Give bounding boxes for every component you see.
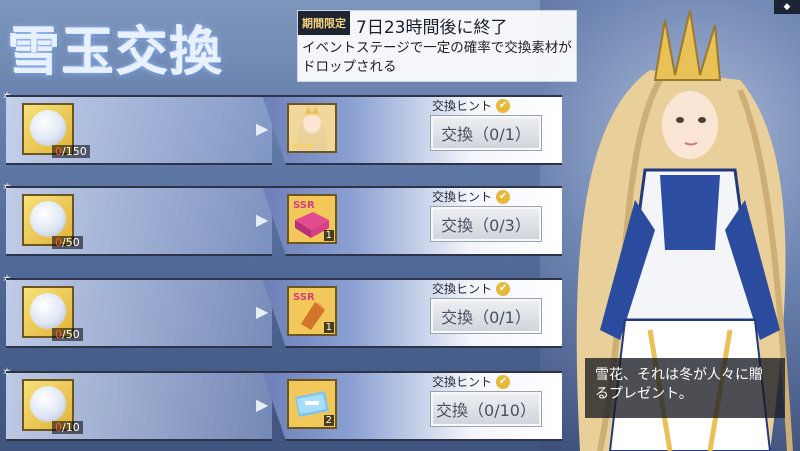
exchange-row: ✶ 0/10 ▶ 2 交換ヒント✔ 交換（0/10）	[0, 365, 575, 443]
reward-quantity: 2	[323, 415, 334, 426]
snowball-material-item[interactable]: 0/150	[22, 103, 90, 158]
svg-text:SSR: SSR	[293, 200, 315, 211]
hint-label: 交換ヒント	[432, 99, 493, 113]
snowball-icon	[30, 386, 66, 422]
exchange-hint[interactable]: 交換ヒント ✔	[432, 280, 511, 297]
reward-item[interactable]: SSR 1	[287, 286, 337, 336]
hint-label: 交換ヒント	[432, 375, 493, 389]
event-info-box: 期間限定 7日23時間後に終了 イベントステージで一定の確率で交換素材がドロップ…	[297, 10, 577, 82]
snowball-material-item[interactable]: 0/50	[22, 194, 83, 249]
exchange-row: ✶ 0/150 ▶ ★★★ 交換ヒント✔ 交換（0/1）	[0, 89, 575, 167]
snowball-material-item[interactable]: 0/50	[22, 286, 83, 341]
snowball-icon	[30, 110, 66, 146]
reward-item[interactable]: SSR 1	[287, 194, 337, 244]
hint-label: 交換ヒント	[432, 282, 493, 296]
exchange-hint[interactable]: 交換ヒント ✔	[432, 373, 511, 390]
exchange-button[interactable]: 交換（0/3）	[430, 206, 542, 242]
material-count: 0/50	[52, 236, 83, 249]
exchange-button[interactable]: 交換（0/10）	[430, 391, 542, 427]
arrow-right-icon: ▶	[256, 302, 269, 321]
reward-item[interactable]: 2	[287, 379, 337, 429]
countdown-text: 7日23時間後に終了	[356, 18, 508, 38]
arrow-right-icon: ▶	[256, 210, 269, 229]
snowball-material-item[interactable]: 0/10	[22, 379, 83, 434]
check-circle-icon: ✔	[496, 281, 511, 296]
arrow-right-icon: ▶	[256, 395, 269, 414]
material-count: 0/150	[52, 145, 90, 158]
event-description: イベントステージで一定の確率で交換素材がドロップされる	[302, 40, 572, 75]
material-count: 0/10	[52, 421, 83, 434]
snowball-icon	[30, 293, 66, 329]
exchange-row: ✶ 0/50 ▶ SSR 1 交換ヒント✔ 交換（0/3）	[0, 180, 575, 258]
reward-quantity: 1	[323, 322, 334, 333]
material-count: 0/50	[52, 328, 83, 341]
snowball-icon	[30, 201, 66, 237]
svg-text:SSR: SSR	[293, 292, 315, 303]
exchange-button[interactable]: 交換（0/1）	[430, 115, 542, 151]
limited-time-tag: 期間限定	[298, 11, 350, 35]
arrow-right-icon: ▶	[256, 119, 269, 138]
check-circle-icon: ✔	[496, 189, 511, 204]
menu-corner-button[interactable]: ◆	[774, 0, 800, 14]
exchange-button[interactable]: 交換（0/1）	[430, 298, 542, 334]
rarity-stars-icon: ★★★	[292, 141, 314, 150]
exchange-row: ✶ 0/50 ▶ SSR 1 交換ヒント✔ 交換（0/1）	[0, 272, 575, 350]
hint-label: 交換ヒント	[432, 190, 493, 204]
reward-quantity: 1	[323, 230, 334, 241]
check-circle-icon: ✔	[496, 374, 511, 389]
page-title: 雪玉交換	[8, 23, 225, 83]
exchange-hint[interactable]: 交換ヒント ✔	[432, 97, 511, 114]
check-circle-icon: ✔	[496, 98, 511, 113]
reward-item[interactable]: ★★★	[287, 103, 337, 153]
character-dialog: 雪花、それは冬が人々に贈るプレゼント。	[585, 358, 785, 418]
exchange-hint[interactable]: 交換ヒント ✔	[432, 188, 511, 205]
